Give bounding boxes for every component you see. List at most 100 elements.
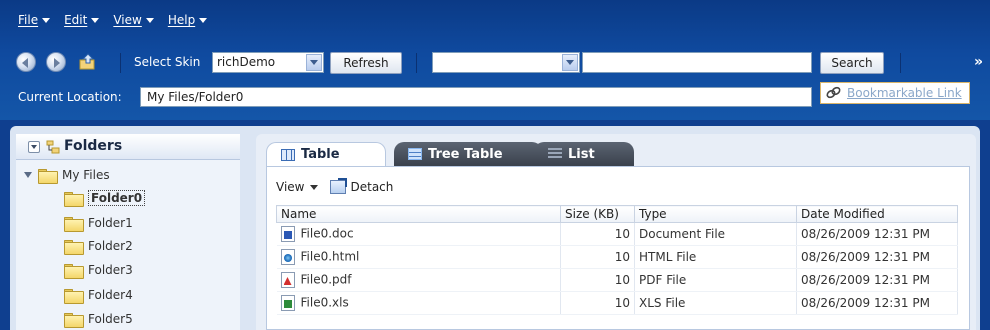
- tab-tree-table-label: Tree Table: [428, 146, 503, 162]
- tree-item-folder2[interactable]: Folder2: [64, 237, 133, 255]
- cell-type: XLS File: [634, 291, 797, 315]
- column-header-date[interactable]: Date Modified: [796, 205, 958, 223]
- column-header-type[interactable]: Type: [634, 205, 797, 223]
- cell-size: 10: [560, 245, 635, 269]
- tree-item-label: Folder0: [88, 190, 146, 206]
- folder-icon: [64, 288, 84, 304]
- overflow-chevron-icon[interactable]: »: [974, 54, 983, 70]
- cell-name: File0.doc: [276, 222, 561, 246]
- table-row[interactable]: File0.html 10 HTML File 08/26/2009 12:31…: [276, 245, 958, 269]
- cell-name: File0.xls: [276, 291, 561, 315]
- chevron-down-icon: [199, 17, 208, 23]
- tree-item-folder4[interactable]: Folder4: [64, 286, 133, 304]
- detach-button[interactable]: Detach: [330, 178, 394, 194]
- tab-tree-table[interactable]: Tree Table: [394, 142, 542, 166]
- cell-date: 08/26/2009 12:31 PM: [796, 268, 958, 292]
- table-toolbar: View Detach: [276, 176, 393, 198]
- up-folder-icon[interactable]: [78, 52, 98, 72]
- bookmarkable-link-label: Bookmarkable Link: [847, 86, 962, 100]
- tree-item-label: My Files: [62, 168, 110, 182]
- view-menu-label: View: [276, 180, 305, 194]
- folder-icon: [64, 239, 84, 255]
- cell-size: 10: [560, 291, 635, 315]
- cell-date: 08/26/2009 12:31 PM: [796, 291, 958, 315]
- bookmarkable-link[interactable]: Bookmarkable Link: [820, 82, 970, 104]
- expand-triangle-icon[interactable]: [24, 172, 32, 178]
- menu-bar: File Edit View Help: [18, 10, 208, 30]
- pdf-icon: [280, 272, 295, 288]
- refresh-button[interactable]: Refresh: [330, 52, 402, 74]
- folder-icon: [64, 312, 84, 328]
- menu-help[interactable]: Help: [167, 10, 208, 30]
- table-row[interactable]: File0.pdf 10 PDF File 08/26/2009 12:31 P…: [276, 268, 958, 292]
- search-input[interactable]: [582, 52, 812, 73]
- skin-select[interactable]: richDemo: [212, 52, 324, 73]
- view-menu[interactable]: View: [276, 180, 319, 194]
- search-scope-select[interactable]: [432, 52, 580, 73]
- chevron-down-icon[interactable]: [562, 54, 578, 71]
- cell-date: 08/26/2009 12:31 PM: [796, 222, 958, 246]
- column-header-size[interactable]: Size (KB): [560, 205, 635, 223]
- table-icon: [281, 148, 295, 161]
- folder-icon: [64, 216, 84, 232]
- toolbar-separator: [120, 53, 121, 73]
- table-row[interactable]: File0.doc 10 Document File 08/26/2009 12…: [276, 222, 958, 246]
- file-name: File0.doc: [300, 226, 354, 241]
- toolbar-separator: [416, 53, 417, 73]
- cell-type: PDF File: [634, 268, 797, 292]
- chevron-down-icon: [310, 184, 319, 190]
- menu-file[interactable]: File: [18, 10, 51, 30]
- folder-icon: [64, 263, 84, 279]
- menu-edit[interactable]: Edit: [64, 10, 100, 30]
- tab-list-label: List: [568, 146, 595, 162]
- tree-item-folder1[interactable]: Folder1: [64, 214, 133, 232]
- search-button[interactable]: Search: [820, 52, 884, 74]
- chevron-down-icon: [91, 17, 100, 23]
- cell-name: File0.html: [276, 245, 561, 269]
- collapse-pane-icon[interactable]: [28, 141, 40, 153]
- cell-date: 08/26/2009 12:31 PM: [796, 245, 958, 269]
- cell-type: Document File: [634, 222, 797, 246]
- cell-size: 10: [560, 268, 635, 292]
- tab-table-label: Table: [301, 147, 340, 162]
- file-name: File0.xls: [300, 295, 349, 310]
- select-skin-label: Select Skin: [134, 55, 201, 69]
- detach-label: Detach: [350, 180, 394, 194]
- back-icon[interactable]: [16, 52, 36, 72]
- tree-item-label: Folder2: [88, 239, 133, 253]
- tab-list[interactable]: List: [534, 142, 634, 166]
- table-header-row: Name Size (KB) Type Date Modified: [276, 205, 958, 223]
- menu-edit-label: Edit: [64, 13, 88, 27]
- tab-table[interactable]: Table: [266, 142, 386, 166]
- skin-select-value: richDemo: [217, 55, 276, 69]
- folder-icon: [38, 168, 58, 184]
- link-icon: [826, 86, 841, 99]
- html-icon: [280, 249, 295, 265]
- folders-title: Folders: [64, 138, 123, 154]
- detach-icon: [330, 178, 348, 194]
- column-header-name[interactable]: Name: [276, 205, 561, 223]
- folders-tree-icon: [46, 140, 60, 154]
- toolbar-separator: [900, 53, 901, 73]
- forward-icon[interactable]: [46, 52, 66, 72]
- file-name: File0.html: [300, 249, 360, 264]
- current-location-field[interactable]: My Files/Folder0: [140, 87, 812, 107]
- tree-item-folder0[interactable]: Folder0: [64, 189, 146, 207]
- table-row[interactable]: File0.xls 10 XLS File 08/26/2009 12:31 P…: [276, 291, 958, 315]
- folder-icon: [64, 191, 84, 207]
- tree-item-my-files[interactable]: My Files: [24, 166, 110, 184]
- menu-help-label: Help: [167, 13, 196, 27]
- menu-view[interactable]: View: [113, 10, 154, 30]
- tree-item-label: Folder3: [88, 263, 133, 277]
- tree-item-label: Folder1: [88, 216, 133, 230]
- menu-view-label: View: [113, 13, 142, 27]
- file-name: File0.pdf: [300, 272, 352, 287]
- tree-item-label: Folder5: [88, 312, 133, 326]
- chevron-down-icon[interactable]: [306, 54, 322, 71]
- files-table: Name Size (KB) Type Date Modified File0.…: [276, 205, 958, 315]
- chevron-down-icon: [42, 17, 51, 23]
- list-icon: [548, 148, 562, 160]
- tree-item-folder3[interactable]: Folder3: [64, 261, 133, 279]
- tree-item-folder5[interactable]: Folder5: [64, 310, 133, 328]
- toolbar: Select Skin richDemo Refresh Search »: [0, 48, 990, 78]
